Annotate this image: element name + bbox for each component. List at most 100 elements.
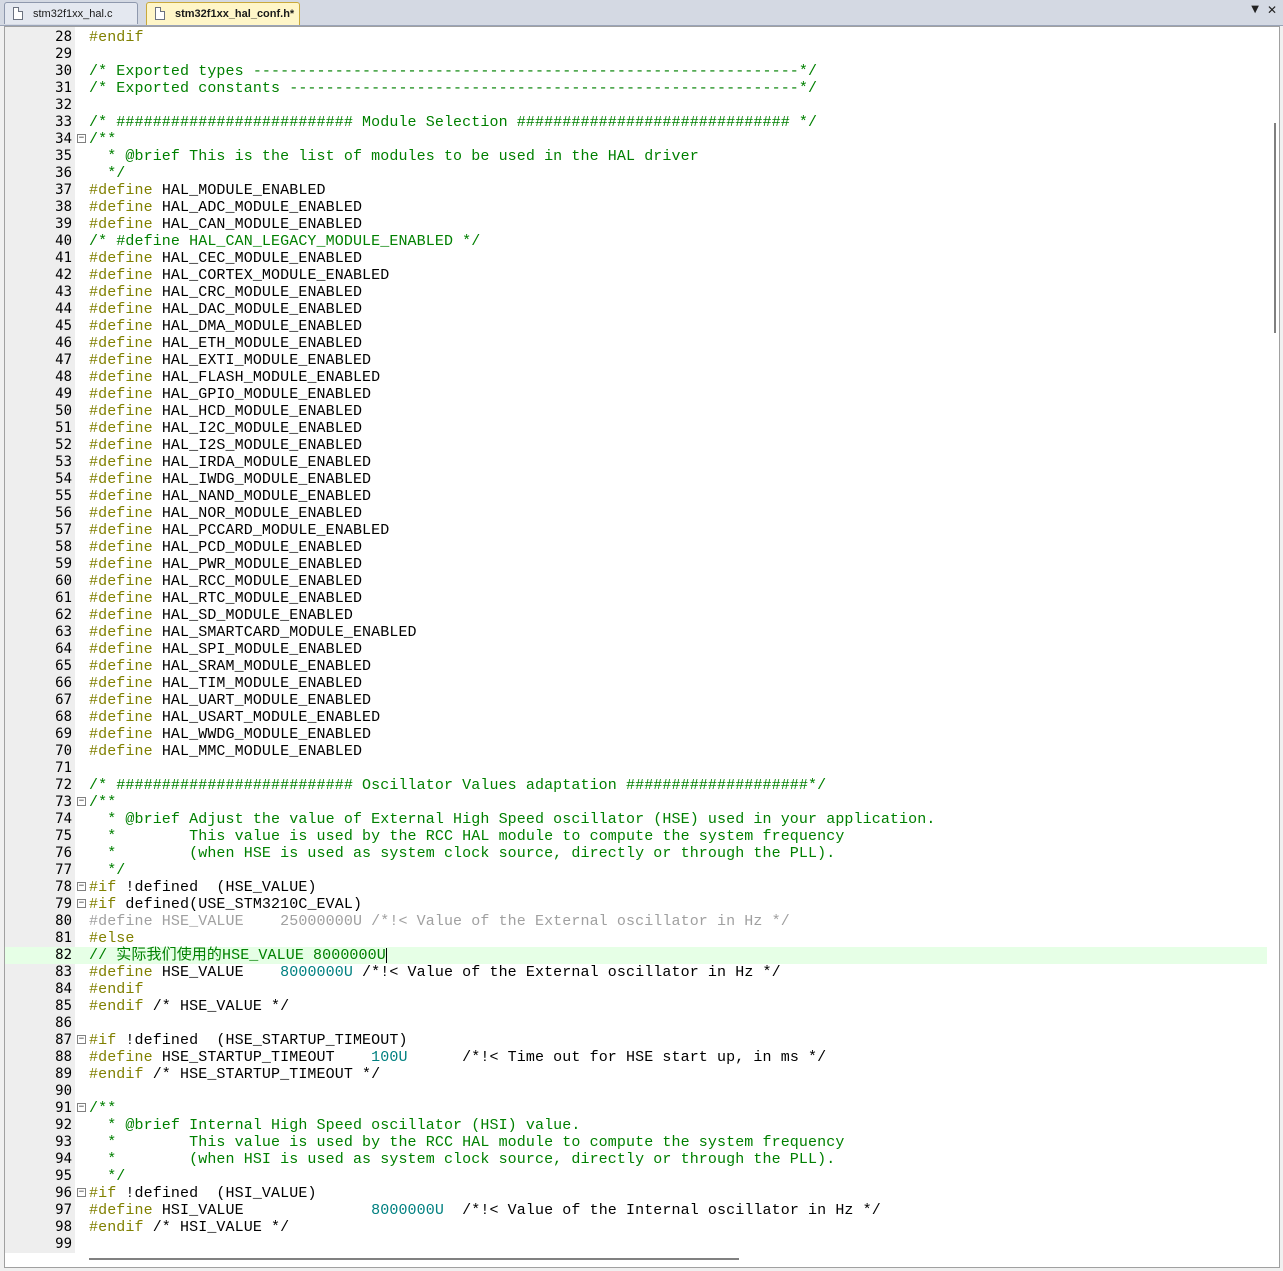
code-line[interactable]: 53 #define HAL_IRDA_MODULE_ENABLED xyxy=(5,454,1267,471)
code-line[interactable]: 68 #define HAL_USART_MODULE_ENABLED xyxy=(5,709,1267,726)
code-line[interactable]: 92 * @brief Internal High Speed oscillat… xyxy=(5,1117,1267,1134)
code-line[interactable]: 89 #endif /* HSE_STARTUP_TIMEOUT */ xyxy=(5,1066,1267,1083)
code-line[interactable]: 42 #define HAL_CORTEX_MODULE_ENABLED xyxy=(5,267,1267,284)
code-line[interactable]: 36 */ xyxy=(5,165,1267,182)
horizontal-scrollbar[interactable] xyxy=(5,1253,1267,1267)
code-line[interactable]: 63 #define HAL_SMARTCARD_MODULE_ENABLED xyxy=(5,624,1267,641)
code-line[interactable]: 51 #define HAL_I2C_MODULE_ENABLED xyxy=(5,420,1267,437)
code-line[interactable]: 31 /* Exported constants ----------------… xyxy=(5,80,1267,97)
vertical-scrollbar-thumb[interactable] xyxy=(1274,123,1276,333)
code-line[interactable]: 81 #else xyxy=(5,930,1267,947)
code-line[interactable]: 75 * This value is used by the RCC HAL m… xyxy=(5,828,1267,845)
code-line[interactable]: 46 #define HAL_ETH_MODULE_ENABLED xyxy=(5,335,1267,352)
code-line[interactable]: 30 /* Exported types --------------------… xyxy=(5,63,1267,80)
code-line[interactable]: 98 #endif /* HSI_VALUE */ xyxy=(5,1219,1267,1236)
fold-toggle-icon[interactable]: − xyxy=(77,1188,86,1197)
code-line[interactable]: 72 /* ########################## Oscillat… xyxy=(5,777,1267,794)
code-editor[interactable]: 28 #endif 29 30 /* Exported types ----------… xyxy=(4,26,1280,1268)
code-text: #define HAL_MMC_MODULE_ENABLED xyxy=(89,743,362,760)
code-text: #define HAL_PCCARD_MODULE_ENABLED xyxy=(89,522,389,539)
code-text: #endif xyxy=(89,29,144,46)
code-line[interactable]: 93 * This value is used by the RCC HAL m… xyxy=(5,1134,1267,1151)
code-line[interactable]: 84 #endif xyxy=(5,981,1267,998)
line-number: 85 xyxy=(55,998,72,1014)
code-line[interactable]: 54 #define HAL_IWDG_MODULE_ENABLED xyxy=(5,471,1267,488)
code-line[interactable]: 32 xyxy=(5,97,1267,114)
fold-toggle-icon[interactable]: − xyxy=(77,882,86,891)
code-line[interactable]: 66 #define HAL_TIM_MODULE_ENABLED xyxy=(5,675,1267,692)
code-line[interactable]: 86 xyxy=(5,1015,1267,1032)
code-line[interactable]: 34−/** xyxy=(5,131,1267,148)
vertical-scrollbar[interactable] xyxy=(1267,27,1279,1251)
code-line[interactable]: 35 * @brief This is the list of modules … xyxy=(5,148,1267,165)
code-line[interactable]: 58 #define HAL_PCD_MODULE_ENABLED xyxy=(5,539,1267,556)
tab-stm32f1xx-hal-conf-h[interactable]: stm32f1xx_hal_conf.h* xyxy=(146,2,300,25)
code-line[interactable]: 91−/** xyxy=(5,1100,1267,1117)
fold-toggle-icon[interactable]: − xyxy=(77,134,86,143)
code-line[interactable]: 52 #define HAL_I2S_MODULE_ENABLED xyxy=(5,437,1267,454)
tab-stm32f1xx-hal-c[interactable]: stm32f1xx_hal.c xyxy=(4,2,138,24)
code-line[interactable]: 82 // 实际我们使用的HSE_VALUE 8000000U xyxy=(5,947,1267,964)
code-line[interactable]: 59 #define HAL_PWR_MODULE_ENABLED xyxy=(5,556,1267,573)
code-line[interactable]: 61 #define HAL_RTC_MODULE_ENABLED xyxy=(5,590,1267,607)
code-line[interactable]: 88 #define HSE_STARTUP_TIMEOUT 100U /*!< … xyxy=(5,1049,1267,1066)
code-line[interactable]: 37 #define HAL_MODULE_ENABLED xyxy=(5,182,1267,199)
code-text: #if !defined (HSE_STARTUP_TIMEOUT) xyxy=(89,1032,408,1049)
fold-toggle-icon[interactable]: − xyxy=(77,1035,86,1044)
code-line[interactable]: 49 #define HAL_GPIO_MODULE_ENABLED xyxy=(5,386,1267,403)
code-line[interactable]: 97 #define HSI_VALUE 8000000U /*!< Value … xyxy=(5,1202,1267,1219)
code-token: #define xyxy=(89,403,153,420)
code-line[interactable]: 83 #define HSE_VALUE 8000000U /*!< Value … xyxy=(5,964,1267,981)
code-line[interactable]: 64 #define HAL_SPI_MODULE_ENABLED xyxy=(5,641,1267,658)
code-line[interactable]: 57 #define HAL_PCCARD_MODULE_ENABLED xyxy=(5,522,1267,539)
code-line[interactable]: 44 #define HAL_DAC_MODULE_ENABLED xyxy=(5,301,1267,318)
fold-toggle-icon[interactable]: − xyxy=(77,797,86,806)
line-number: 75 xyxy=(55,828,72,844)
code-line[interactable]: 43 #define HAL_CRC_MODULE_ENABLED xyxy=(5,284,1267,301)
code-token: #define xyxy=(89,454,153,471)
code-line[interactable]: 73−/** xyxy=(5,794,1267,811)
code-token: #define xyxy=(89,335,153,352)
code-line[interactable]: 38 #define HAL_ADC_MODULE_ENABLED xyxy=(5,199,1267,216)
code-line[interactable]: 45 #define HAL_DMA_MODULE_ENABLED xyxy=(5,318,1267,335)
code-line[interactable]: 55 #define HAL_NAND_MODULE_ENABLED xyxy=(5,488,1267,505)
fold-toggle-icon[interactable]: − xyxy=(77,1103,86,1112)
horizontal-scrollbar-thumb[interactable] xyxy=(89,1258,739,1260)
code-line[interactable]: 47 #define HAL_EXTI_MODULE_ENABLED xyxy=(5,352,1267,369)
close-icon[interactable]: ✕ xyxy=(1267,3,1277,17)
code-token: * @brief This is the list of modules to … xyxy=(89,148,699,165)
code-line[interactable]: 67 #define HAL_UART_MODULE_ENABLED xyxy=(5,692,1267,709)
line-number: 33 xyxy=(55,114,72,130)
code-line[interactable]: 62 #define HAL_SD_MODULE_ENABLED xyxy=(5,607,1267,624)
code-line[interactable]: 74 * @brief Adjust the value of External… xyxy=(5,811,1267,828)
code-line[interactable]: 69 #define HAL_WWDG_MODULE_ENABLED xyxy=(5,726,1267,743)
code-line[interactable]: 77 */ xyxy=(5,862,1267,879)
code-line[interactable]: 29 xyxy=(5,46,1267,63)
code-line[interactable]: 71 xyxy=(5,760,1267,777)
code-line[interactable]: 56 #define HAL_NOR_MODULE_ENABLED xyxy=(5,505,1267,522)
code-line[interactable]: 85 #endif /* HSE_VALUE */ xyxy=(5,998,1267,1015)
fold-toggle-icon[interactable]: − xyxy=(77,899,86,908)
code-line[interactable]: 94 * (when HSI is used as system clock s… xyxy=(5,1151,1267,1168)
code-line[interactable]: 99 xyxy=(5,1236,1267,1253)
code-line[interactable]: 41 #define HAL_CEC_MODULE_ENABLED xyxy=(5,250,1267,267)
code-line[interactable]: 87− #if !defined (HSE_STARTUP_TIMEOUT) xyxy=(5,1032,1267,1049)
code-line[interactable]: 78− #if !defined (HSE_VALUE) xyxy=(5,879,1267,896)
chevron-down-icon[interactable]: ▼ xyxy=(1251,4,1259,15)
code-line[interactable]: 96− #if !defined (HSI_VALUE) xyxy=(5,1185,1267,1202)
line-number: 65 xyxy=(55,658,72,674)
code-line[interactable]: 48 #define HAL_FLASH_MODULE_ENABLED xyxy=(5,369,1267,386)
code-line[interactable]: 79− #if defined(USE_STM3210C_EVAL) xyxy=(5,896,1267,913)
code-line[interactable]: 95 */ xyxy=(5,1168,1267,1185)
code-line[interactable]: 80 #define HSE_VALUE 25000000U /*!< Value… xyxy=(5,913,1267,930)
code-line[interactable]: 50 #define HAL_HCD_MODULE_ENABLED xyxy=(5,403,1267,420)
code-line[interactable]: 76 * (when HSE is used as system clock s… xyxy=(5,845,1267,862)
code-line[interactable]: 40 /* #define HAL_CAN_LEGACY_MODULE_ENABL… xyxy=(5,233,1267,250)
code-line[interactable]: 39 #define HAL_CAN_MODULE_ENABLED xyxy=(5,216,1267,233)
code-line[interactable]: 90 xyxy=(5,1083,1267,1100)
code-line[interactable]: 28 #endif xyxy=(5,29,1267,46)
code-line[interactable]: 60 #define HAL_RCC_MODULE_ENABLED xyxy=(5,573,1267,590)
code-line[interactable]: 70 #define HAL_MMC_MODULE_ENABLED xyxy=(5,743,1267,760)
code-line[interactable]: 65 #define HAL_SRAM_MODULE_ENABLED xyxy=(5,658,1267,675)
code-line[interactable]: 33 /* ########################## Module S… xyxy=(5,114,1267,131)
